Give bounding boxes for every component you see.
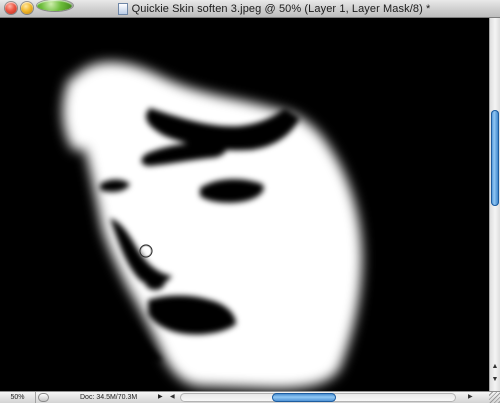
zoom-level-field[interactable]: 50% xyxy=(0,392,36,403)
document-size-info: Doc: 34.5M/70.3M xyxy=(80,394,138,401)
scroll-up-arrow-icon[interactable]: ▲ xyxy=(490,362,500,372)
status-bar: 50% Doc: 34.5M/70.3M ▶ ◀ ▶ xyxy=(0,391,500,403)
scroll-left-arrow-icon[interactable]: ◀ xyxy=(170,392,178,403)
scroll-down-arrow-icon[interactable]: ▼ xyxy=(490,375,500,385)
scroll-right-arrow-icon[interactable]: ▶ xyxy=(468,392,476,403)
status-options-button[interactable] xyxy=(38,393,49,402)
minimize-window-button[interactable] xyxy=(21,2,33,14)
resize-grip-icon[interactable] xyxy=(489,392,500,403)
horizontal-scroll-thumb[interactable] xyxy=(272,393,336,402)
window-title: Quickie Skin soften 3.jpeg @ 50% (Layer … xyxy=(131,2,431,15)
vertical-scroll-thumb[interactable] xyxy=(491,110,499,206)
horizontal-scrollbar[interactable] xyxy=(180,393,456,402)
photoshop-document-window: Quickie Skin soften 3.jpeg @ 50% (Layer … xyxy=(0,0,500,403)
document-icon xyxy=(117,2,128,15)
document-canvas[interactable] xyxy=(0,18,489,391)
title-bar[interactable]: Quickie Skin soften 3.jpeg @ 50% (Layer … xyxy=(0,0,500,18)
status-menu-arrow-icon[interactable]: ▶ xyxy=(158,392,166,403)
layer-mask-image xyxy=(0,18,489,391)
vertical-scrollbar[interactable]: ▲ ▼ xyxy=(489,18,500,391)
close-window-button[interactable] xyxy=(5,2,17,14)
title-container: Quickie Skin soften 3.jpeg @ 50% (Layer … xyxy=(60,1,488,16)
